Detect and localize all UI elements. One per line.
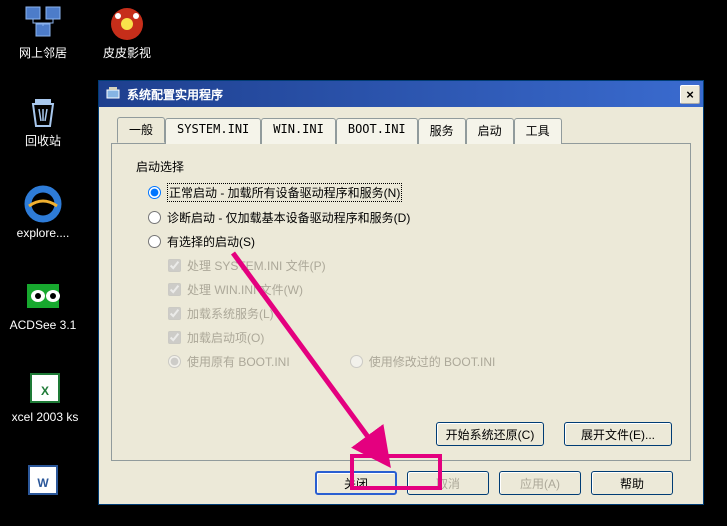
check-system-ini: 处理 SYSTEM.INI 文件(P)	[168, 257, 670, 274]
desktop-icon-network[interactable]: 网上邻居	[8, 4, 78, 60]
check-win-ini-input	[168, 283, 181, 296]
radio-diagnostic-input[interactable]	[148, 211, 161, 224]
ie-icon	[23, 184, 63, 224]
desktop-icon-excel[interactable]: X xcel 2003 ks	[0, 368, 90, 424]
desktop-icon-acdsee[interactable]: ACDSee 3.1	[8, 276, 78, 332]
cancel-button: 取消	[407, 471, 489, 495]
excel-icon: X	[25, 368, 65, 408]
network-icon	[23, 4, 63, 44]
titlebar[interactable]: 系统配置实用程序 ×	[99, 81, 703, 107]
check-services-label: 加载系统服务(L)	[187, 305, 274, 322]
app-icon	[105, 86, 121, 102]
radio-boot-original-label: 使用原有 BOOT.INI	[187, 353, 290, 370]
check-startup-items-label: 加载启动项(O)	[187, 329, 264, 346]
desktop-icon-label: 回收站	[8, 134, 78, 148]
desktop-icon-label: 网上邻居	[8, 46, 78, 60]
startup-selection-label: 启动选择	[136, 158, 670, 175]
tab-startup[interactable]: 启动	[466, 118, 514, 144]
check-win-ini-label: 处理 WIN.INI 文件(W)	[187, 281, 303, 298]
radio-diagnostic-label: 诊断启动 - 仅加载基本设备驱动程序和服务(D)	[167, 209, 410, 226]
svg-text:W: W	[37, 476, 49, 490]
radio-normal-label: 正常启动 - 加载所有设备驱动程序和服务(N)	[167, 183, 402, 202]
acdsee-icon	[23, 276, 63, 316]
dialog-body: 一般 SYSTEM.INI WIN.INI BOOT.INI 服务 启动 工具 …	[99, 107, 703, 505]
radio-selective-startup[interactable]: 有选择的启动(S)	[148, 233, 670, 250]
desktop-icon-recycle[interactable]: 回收站	[8, 92, 78, 148]
check-system-ini-input	[168, 259, 181, 272]
tab-panel-general: 启动选择 正常启动 - 加载所有设备驱动程序和服务(N) 诊断启动 - 仅加载基…	[111, 143, 691, 461]
svg-text:X: X	[41, 384, 49, 398]
radio-boot-modified-input	[350, 355, 363, 368]
radio-boot-modified-label: 使用修改过的 BOOT.INI	[369, 353, 496, 370]
radio-diagnostic-startup[interactable]: 诊断启动 - 仅加载基本设备驱动程序和服务(D)	[148, 209, 670, 226]
close-button[interactable]: 关闭	[315, 471, 397, 495]
tab-system-ini[interactable]: SYSTEM.INI	[165, 118, 261, 144]
tab-services[interactable]: 服务	[418, 118, 466, 144]
desktop-icon-label: xcel 2003 ks	[0, 410, 90, 424]
desktop-icon-label: ACDSee 3.1	[8, 318, 78, 332]
radio-boot-original-input	[168, 355, 181, 368]
msconfig-dialog: 系统配置实用程序 × 一般 SYSTEM.INI WIN.INI BOOT.IN…	[98, 80, 704, 505]
tab-row: 一般 SYSTEM.INI WIN.INI BOOT.INI 服务 启动 工具	[111, 118, 691, 144]
help-button[interactable]: 帮助	[591, 471, 673, 495]
radio-selective-label: 有选择的启动(S)	[167, 233, 255, 250]
system-restore-button[interactable]: 开始系统还原(C)	[436, 422, 544, 446]
radio-selective-input[interactable]	[148, 235, 161, 248]
tab-tools[interactable]: 工具	[514, 118, 562, 144]
close-icon[interactable]: ×	[680, 85, 700, 104]
desktop-icon-ie[interactable]: explore....	[8, 184, 78, 240]
radio-normal-startup[interactable]: 正常启动 - 加载所有设备驱动程序和服务(N)	[148, 183, 670, 202]
desktop-icon-label: explore....	[8, 226, 78, 240]
boot-ini-radios: 使用原有 BOOT.INI 使用修改过的 BOOT.INI	[168, 353, 670, 370]
pipi-icon	[107, 4, 147, 44]
apply-button: 应用(A)	[499, 471, 581, 495]
word-icon: W	[23, 460, 63, 500]
tab-win-ini[interactable]: WIN.INI	[261, 118, 336, 144]
desktop-icon-word[interactable]: W	[8, 460, 78, 502]
tab-general[interactable]: 一般	[117, 117, 165, 143]
dialog-title: 系统配置实用程序	[127, 86, 680, 103]
check-startup-items-input	[168, 331, 181, 344]
dialog-button-row: 关闭 取消 应用(A) 帮助	[111, 461, 691, 495]
check-services-input	[168, 307, 181, 320]
check-startup-items: 加载启动项(O)	[168, 329, 670, 346]
check-system-ini-label: 处理 SYSTEM.INI 文件(P)	[187, 257, 326, 274]
check-services: 加载系统服务(L)	[168, 305, 670, 322]
desktop-icon-label: 皮皮影视	[92, 46, 162, 60]
recycle-bin-icon	[23, 92, 63, 132]
check-win-ini: 处理 WIN.INI 文件(W)	[168, 281, 670, 298]
tab-boot-ini[interactable]: BOOT.INI	[336, 118, 418, 144]
radio-normal-input[interactable]	[148, 186, 161, 199]
desktop-icon-pipi[interactable]: 皮皮影视	[92, 4, 162, 60]
expand-files-button[interactable]: 展开文件(E)...	[564, 422, 672, 446]
panel-buttons: 开始系统还原(C) 展开文件(E)...	[436, 422, 672, 446]
